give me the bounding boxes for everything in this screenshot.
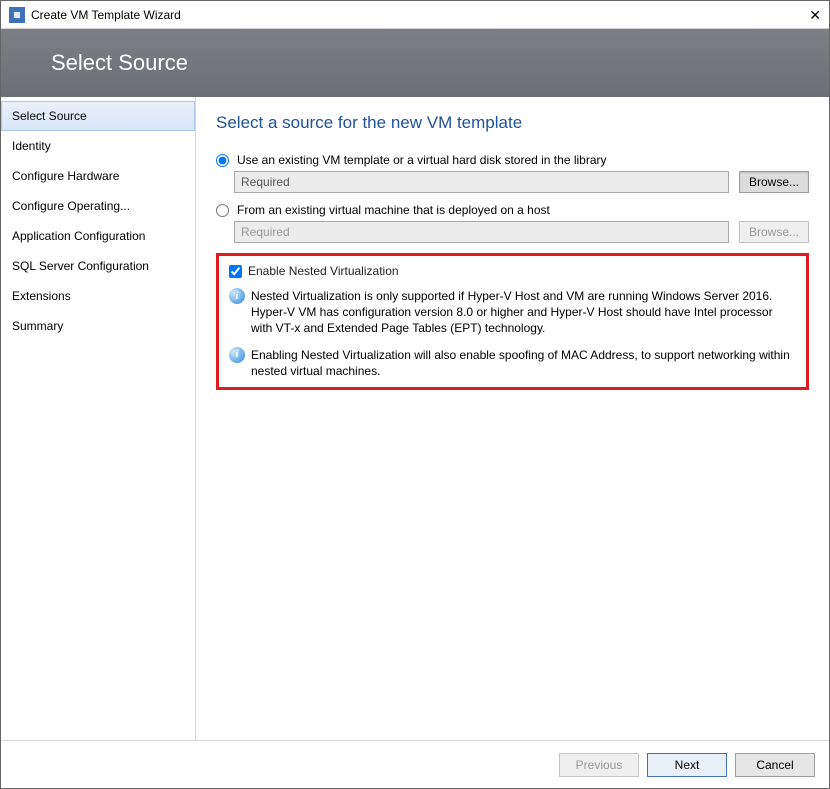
sidebar-item-label: Identity (12, 139, 51, 153)
enable-nested-checkbox[interactable] (229, 265, 242, 278)
info-row-2: i Enabling Nested Virtualization will al… (229, 347, 796, 379)
sidebar-item-extensions[interactable]: Extensions (1, 281, 195, 311)
existing-template-field[interactable]: Required (234, 171, 729, 193)
enable-nested-label: Enable Nested Virtualization (248, 264, 399, 278)
titlebar: Create VM Template Wizard ✕ (1, 1, 829, 29)
sidebar-item-application-configuration[interactable]: Application Configuration (1, 221, 195, 251)
sidebar-item-label: Summary (12, 319, 63, 333)
sidebar-item-label: Configure Operating... (12, 199, 130, 213)
option-existing-vm-radio[interactable] (216, 204, 229, 217)
enable-nested-row: Enable Nested Virtualization (229, 264, 796, 278)
sidebar-item-identity[interactable]: Identity (1, 131, 195, 161)
page-title: Select a source for the new VM template (216, 113, 809, 133)
browse-button-vm: Browse... (739, 221, 809, 243)
info-icon: i (229, 347, 245, 363)
info-text-1: Nested Virtualization is only supported … (251, 288, 796, 337)
option-existing-vm-row: From an existing virtual machine that is… (216, 203, 809, 217)
nested-virtualization-box: Enable Nested Virtualization i Nested Vi… (216, 253, 809, 390)
window-icon (9, 7, 25, 23)
info-icon: i (229, 288, 245, 304)
sidebar-item-label: SQL Server Configuration (12, 259, 149, 273)
footer: Previous Next Cancel (1, 740, 829, 788)
sidebar-item-label: Select Source (12, 109, 87, 123)
sidebar-item-sql-server-configuration[interactable]: SQL Server Configuration (1, 251, 195, 281)
body: Select Source Identity Configure Hardwar… (1, 97, 829, 740)
banner: Select Source (1, 29, 829, 97)
cancel-button[interactable]: Cancel (735, 753, 815, 777)
sidebar: Select Source Identity Configure Hardwar… (1, 97, 196, 740)
option-existing-template-radio[interactable] (216, 154, 229, 167)
info-row-1: i Nested Virtualization is only supporte… (229, 288, 796, 337)
sidebar-item-label: Application Configuration (12, 229, 145, 243)
sidebar-item-configure-hardware[interactable]: Configure Hardware (1, 161, 195, 191)
sidebar-item-label: Extensions (12, 289, 71, 303)
info-text-2: Enabling Nested Virtualization will also… (251, 347, 796, 379)
browse-button-existing[interactable]: Browse... (739, 171, 809, 193)
option-existing-template-label: Use an existing VM template or a virtual… (237, 153, 607, 167)
sidebar-item-label: Configure Hardware (12, 169, 119, 183)
field-row-existing-vm: Required Browse... (234, 221, 809, 243)
main-content: Select a source for the new VM template … (196, 97, 829, 740)
option-existing-vm-label: From an existing virtual machine that is… (237, 203, 550, 217)
sidebar-item-summary[interactable]: Summary (1, 311, 195, 341)
close-icon[interactable]: ✕ (781, 8, 821, 22)
banner-title: Select Source (51, 50, 188, 76)
sidebar-item-configure-operating[interactable]: Configure Operating... (1, 191, 195, 221)
option-existing-template-row: Use an existing VM template or a virtual… (216, 153, 809, 167)
existing-vm-field: Required (234, 221, 729, 243)
sidebar-item-select-source[interactable]: Select Source (1, 101, 195, 131)
window-title: Create VM Template Wizard (31, 8, 781, 22)
field-row-existing-template: Required Browse... (234, 171, 809, 193)
next-button[interactable]: Next (647, 753, 727, 777)
previous-button: Previous (559, 753, 639, 777)
wizard-window: Create VM Template Wizard ✕ Select Sourc… (0, 0, 830, 789)
